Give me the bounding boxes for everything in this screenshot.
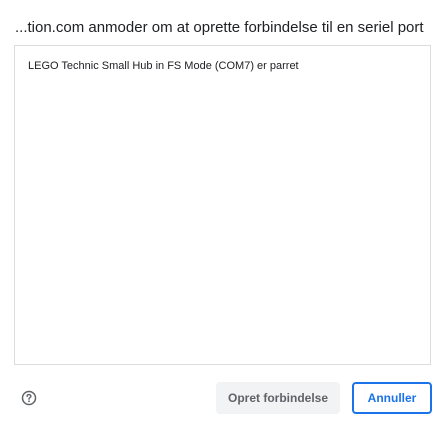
serial-port-dialog: ...tion.com anmoder om at oprette forbin… (0, 0, 447, 430)
cancel-button[interactable]: Annuller (352, 382, 432, 414)
device-list[interactable]: LEGO Technic Small Hub in FS Mode (COM7)… (14, 45, 431, 365)
dialog-title: ...tion.com anmoder om at oprette forbin… (15, 19, 424, 36)
device-list-item[interactable]: LEGO Technic Small Hub in FS Mode (COM7)… (15, 46, 430, 73)
dialog-footer: Opret forbindelse Annuller (0, 381, 447, 415)
device-item-label: LEGO Technic Small Hub in FS Mode (COM7)… (28, 60, 299, 72)
help-circle-icon[interactable] (21, 390, 37, 406)
connect-button[interactable]: Opret forbindelse (216, 382, 340, 414)
